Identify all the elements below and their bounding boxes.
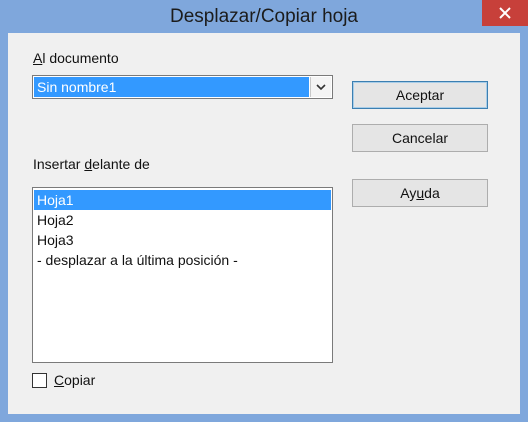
close-button[interactable] [482, 0, 528, 26]
sheet-list-item[interactable]: Hoja1 [34, 190, 331, 210]
cancel-button[interactable]: Cancelar [352, 124, 488, 152]
copy-label[interactable]: Copiar [54, 372, 95, 388]
copy-checkbox[interactable] [32, 373, 47, 388]
close-icon [499, 7, 511, 19]
document-selected-value: Sin nombre1 [34, 77, 309, 97]
sheet-list-item[interactable]: - desplazar a la última posición - [34, 250, 331, 270]
document-label: Al documento [33, 50, 119, 66]
chevron-down-icon [316, 83, 326, 90]
dialog-title: Desplazar/Copiar hoja [170, 6, 358, 27]
help-button[interactable]: Ay u da [352, 179, 488, 207]
sheet-list[interactable]: Hoja1 Hoja2 Hoja3 - desplazar a la últim… [32, 187, 333, 363]
title-bar[interactable]: Desplazar/Copiar hoja [0, 0, 528, 33]
dropdown-arrow-button[interactable] [310, 77, 331, 97]
dialog-window: Desplazar/Copiar hoja Al documento Sin n… [0, 0, 528, 422]
sheet-list-item[interactable]: Hoja3 [34, 230, 331, 250]
sheet-list-item[interactable]: Hoja2 [34, 210, 331, 230]
document-dropdown[interactable]: Sin nombre1 [32, 75, 333, 99]
insert-before-label: Insertar delante de [33, 156, 150, 172]
ok-button[interactable]: Aceptar [352, 81, 488, 109]
